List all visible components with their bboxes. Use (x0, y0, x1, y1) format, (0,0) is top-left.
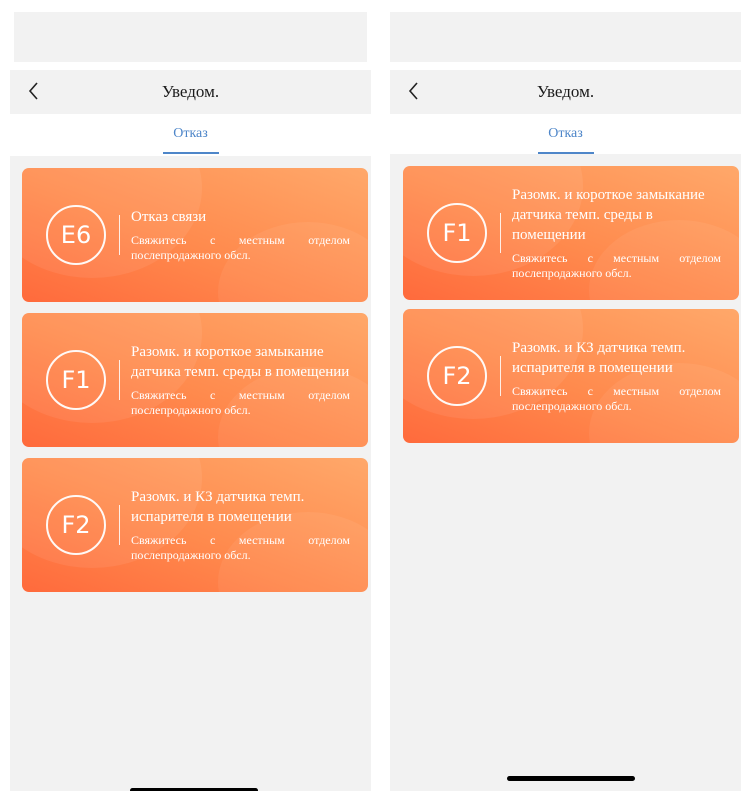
status-bar (390, 12, 741, 62)
alert-description: Свяжитесь с местным отделом послепродажн… (131, 388, 350, 417)
alert-text: Разомк. и КЗ датчика темп. испарителя в … (512, 338, 721, 414)
alert-title: Отказ связи (131, 209, 207, 225)
tab-bar: Отказ (390, 114, 741, 156)
alert-text: Разомк. и короткое замыкание датчика тем… (131, 342, 350, 418)
alert-text: Разомк. и короткое замыкание датчика тем… (512, 185, 721, 281)
divider (500, 213, 501, 253)
home-indicator[interactable] (507, 776, 635, 781)
divider (119, 360, 120, 400)
error-code-badge: F1 (46, 350, 106, 410)
divider (119, 215, 120, 255)
divider (119, 505, 120, 545)
error-code-badge: F1 (427, 203, 487, 263)
tab-fault[interactable]: Отказ (390, 126, 741, 142)
alert-title: Разомк. и КЗ датчика темп. испарителя в … (131, 489, 305, 525)
alert-card-e6[interactable]: E6 Отказ связи Свяжитесь с местным отдел… (22, 168, 368, 302)
alert-card-f1[interactable]: F1 Разомк. и короткое замыкание датчика … (403, 166, 739, 300)
alert-card-f1[interactable]: F1 Разомк. и короткое замыкание датчика … (22, 313, 368, 447)
page-title: Уведом. (161, 82, 220, 101)
tab-fault[interactable]: Отказ (10, 126, 371, 142)
alert-description: Свяжитесь с местным отделом послепродажн… (131, 233, 350, 262)
nav-bar: Уведом. (10, 70, 371, 114)
alert-text: Отказ связи Свяжитесь с местным отделом … (131, 207, 350, 263)
alert-list: F1 Разомк. и короткое замыкание датчика … (390, 154, 741, 791)
alert-description: Свяжитесь с местным отделом послепродажн… (512, 251, 721, 280)
error-code-badge: F2 (46, 495, 106, 555)
alert-description: Свяжитесь с местным отделом послепродажн… (512, 384, 721, 413)
nav-bar: Уведом. (390, 70, 741, 114)
alert-title: Разомк. и короткое замыкание датчика тем… (512, 187, 705, 243)
screen-right: Уведом. Отказ F1 Разомк. и короткое замы… (385, 0, 741, 791)
alert-title: Разомк. и КЗ датчика темп. испарителя в … (512, 340, 686, 376)
tab-underline (162, 152, 219, 154)
alert-card-f2[interactable]: F2 Разомк. и КЗ датчика темп. испарителя… (403, 309, 739, 443)
alert-card-f2[interactable]: F2 Разомк. и КЗ датчика темп. испарителя… (22, 458, 368, 592)
alert-title: Разомк. и короткое замыкание датчика тем… (131, 344, 350, 380)
page-title: Уведом. (536, 82, 595, 101)
error-code-badge: E6 (46, 205, 106, 265)
tab-bar: Отказ (10, 114, 371, 156)
alert-text: Разомк. и КЗ датчика темп. испарителя в … (131, 487, 350, 563)
divider (500, 356, 501, 396)
error-code-badge: F2 (427, 346, 487, 406)
alert-description: Свяжитесь с местным отделом послепродажн… (131, 533, 350, 562)
alert-list: E6 Отказ связи Свяжитесь с местным отдел… (10, 156, 371, 791)
status-bar (14, 12, 367, 62)
screen-left: Уведом. Отказ E6 Отказ связи Свяжитесь с… (0, 0, 371, 791)
